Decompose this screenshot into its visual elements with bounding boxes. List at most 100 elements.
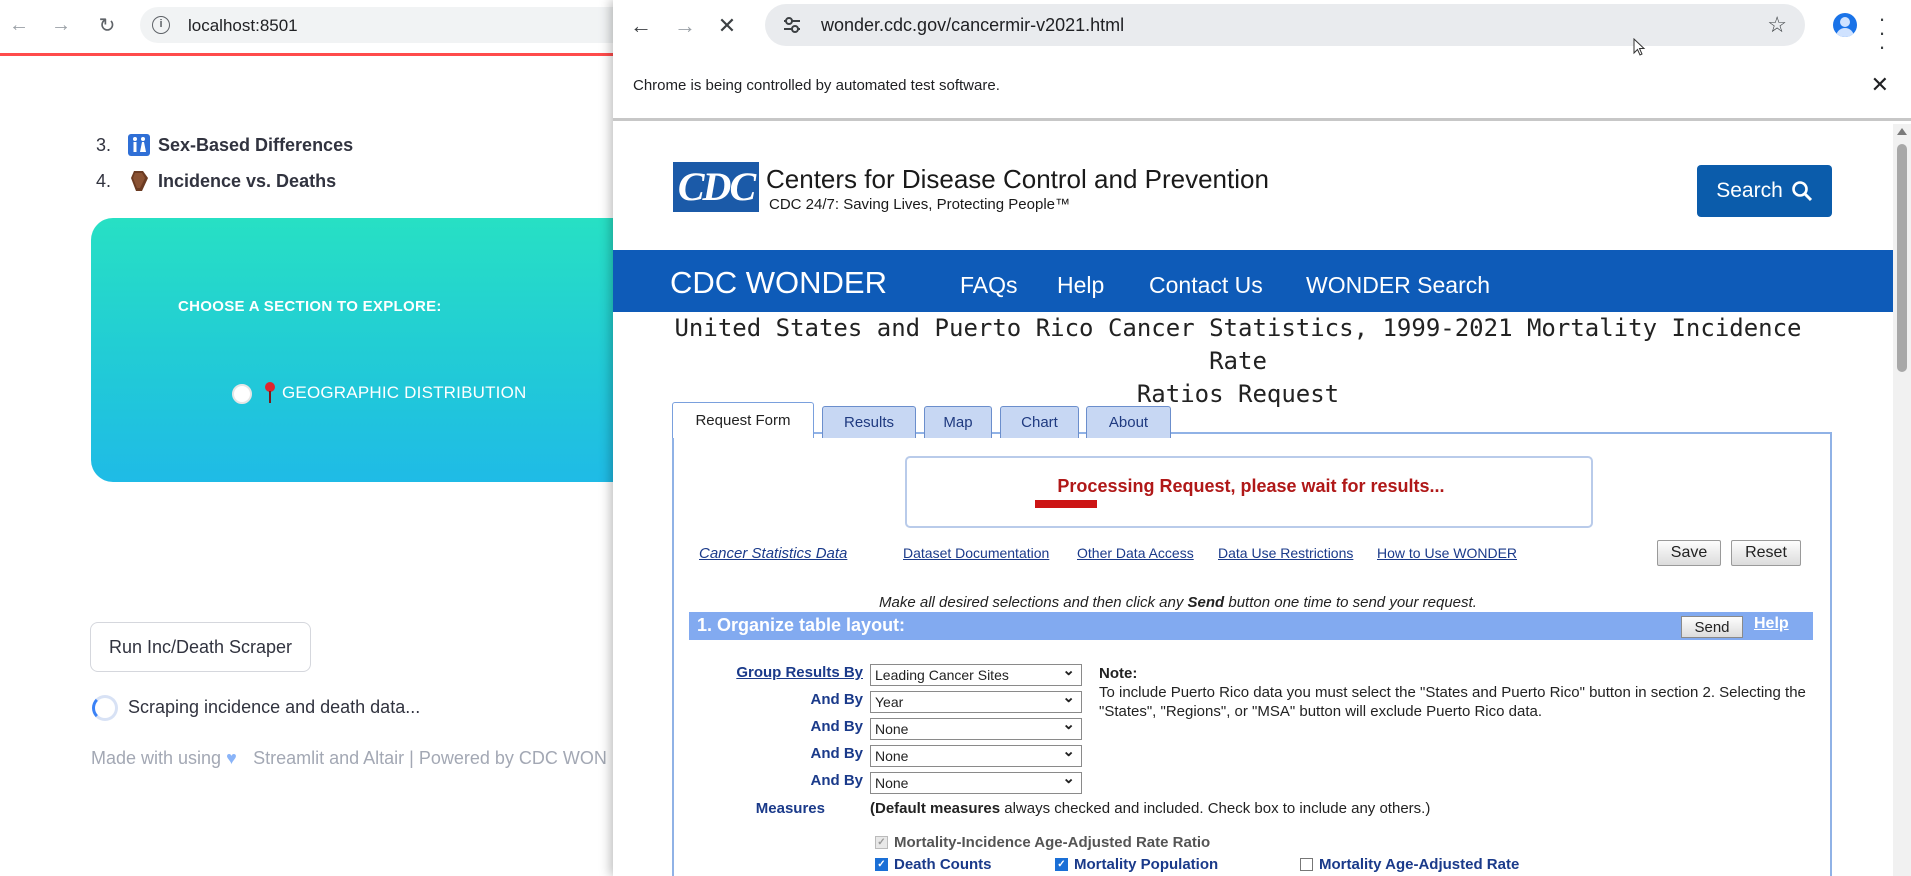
tab-map[interactable]: Map xyxy=(924,406,992,438)
radio-geographic[interactable] xyxy=(232,384,252,404)
footer: Made with using ♥ Streamlit and Altair |… xyxy=(91,748,607,769)
nav-link-contact[interactable]: Contact Us xyxy=(1149,272,1263,299)
link-data-use-restrictions[interactable]: Data Use Restrictions xyxy=(1218,545,1353,561)
instructions-post: button one time to send your request. xyxy=(1228,594,1477,611)
link-how-to-use-wonder[interactable]: How to Use WONDER xyxy=(1377,545,1517,561)
wonder-brand[interactable]: CDC WONDER xyxy=(670,265,887,301)
cdc-org-name: Centers for Disease Control and Preventi… xyxy=(766,164,1269,194)
list-number: 3. xyxy=(96,134,112,155)
nav-link-help[interactable]: Help xyxy=(1057,272,1104,299)
page-title-line1: United States and Puerto Rico Cancer Sta… xyxy=(674,314,1802,375)
page-title: United States and Puerto Rico Cancer Sta… xyxy=(653,312,1823,411)
scroll-thumb[interactable] xyxy=(1897,144,1907,372)
cdc-tagline: CDC 24/7: Saving Lives, Protecting Peopl… xyxy=(769,196,1070,213)
forward-icon[interactable]: → xyxy=(48,12,74,38)
left-url[interactable]: localhost:8501 xyxy=(188,16,298,36)
section1-help-link[interactable]: Help xyxy=(1754,615,1789,633)
footer-prefix: Made with using xyxy=(91,748,222,768)
back-icon[interactable]: ← xyxy=(6,12,32,38)
checkbox-disabled: ✓ xyxy=(875,836,888,849)
group-by-select-3[interactable]: None xyxy=(870,715,1082,740)
measure-death-counts[interactable]: ✓ Death Counts xyxy=(875,856,992,873)
note-body: To include Puerto Rico data you must sel… xyxy=(1099,684,1806,720)
measures-label: Measures xyxy=(755,800,825,817)
profile-avatar-icon[interactable] xyxy=(1833,13,1857,37)
list-number: 4. xyxy=(96,170,112,191)
measures-description: (Default measures always checked and inc… xyxy=(870,800,1430,817)
tab-request-form[interactable]: Request Form xyxy=(672,402,814,438)
cdc-wonder-page: CDC Centers for Disease Control and Prev… xyxy=(613,124,1893,876)
list-label: Incidence vs. Deaths xyxy=(158,170,337,191)
mouse-cursor-icon xyxy=(1633,38,1646,56)
group-by-select-2[interactable]: Year xyxy=(870,688,1082,713)
list-label: Sex-Based Differences xyxy=(158,134,354,155)
tab-results[interactable]: Results xyxy=(822,406,916,438)
section-list-item: 3. Sex-Based Differences xyxy=(96,134,353,156)
checkbox-checked[interactable]: ✓ xyxy=(875,858,888,871)
tab-about[interactable]: About xyxy=(1086,406,1171,438)
left-address-bar[interactable]: i localhost:8501 xyxy=(140,7,660,43)
instructions: Make all desired selections and then cli… xyxy=(879,594,1477,611)
group-results-by-label[interactable]: Group Results By xyxy=(713,664,863,681)
checkbox-unchecked[interactable] xyxy=(1300,858,1313,871)
measure-mortality-age-adjusted-rate[interactable]: Mortality Age-Adjusted Rate xyxy=(1300,856,1519,873)
section-chooser-card: CHOOSE A SECTION TO EXPLORE: GEOGRAPHIC … xyxy=(91,218,651,482)
infobar-text: Chrome is being controlled by automated … xyxy=(633,77,1000,94)
measure-mir-ratio: ✓ Mortality-Incidence Age-Adjusted Rate … xyxy=(875,834,1210,851)
close-icon[interactable]: ✕ xyxy=(1871,72,1889,98)
info-icon[interactable]: i xyxy=(152,16,170,34)
cdc-search-button[interactable]: Search xyxy=(1697,165,1832,217)
run-scraper-button[interactable]: Run Inc/Death Scraper xyxy=(90,622,311,672)
link-cancer-statistics-data[interactable]: Cancer Statistics Data xyxy=(699,545,847,562)
back-icon[interactable]: ← xyxy=(627,12,655,40)
measure-label: Mortality Age-Adjusted Rate xyxy=(1319,856,1520,873)
page-scrollbar[interactable] xyxy=(1893,124,1911,876)
and-by-label: And By xyxy=(810,772,864,789)
automation-infobar: Chrome is being controlled by automated … xyxy=(613,52,1911,121)
reset-button[interactable]: Reset xyxy=(1731,540,1801,566)
coffin-icon xyxy=(128,170,150,192)
link-dataset-documentation[interactable]: Dataset Documentation xyxy=(903,545,1049,561)
instructions-send: Send xyxy=(1187,594,1225,611)
scraping-status: Scraping incidence and death data... xyxy=(128,697,421,717)
stop-icon[interactable]: ✕ xyxy=(713,12,741,40)
link-other-data-access[interactable]: Other Data Access xyxy=(1077,545,1194,561)
section-list-item: 4. Incidence vs. Deaths xyxy=(96,170,336,192)
group-by-select-5[interactable]: None xyxy=(870,769,1082,794)
measure-label: Mortality Population xyxy=(1074,856,1219,873)
site-settings-icon[interactable] xyxy=(783,17,801,33)
group-by-select-4[interactable]: None xyxy=(870,742,1082,767)
tab-chart[interactable]: Chart xyxy=(1000,406,1079,438)
cdc-logo[interactable]: CDC xyxy=(673,162,759,212)
chrome-window: ← → ✕ wonder.cdc.gov/cancermir-v2021.htm… xyxy=(613,0,1911,876)
and-by-label: And By xyxy=(810,691,864,708)
instructions-pre: Make all desired selections and then cli… xyxy=(879,594,1184,611)
section1-header: 1. Organize table layout: Send Help xyxy=(689,612,1813,640)
footer-suffix: Streamlit and Altair | Powered by CDC WO… xyxy=(253,748,607,768)
section1-title: 1. Organize table layout: xyxy=(697,615,906,635)
loading-spinner-icon xyxy=(92,695,118,721)
puerto-rico-note: Note: To include Puerto Rico data you mu… xyxy=(1099,664,1819,721)
forward-icon[interactable]: → xyxy=(671,12,699,40)
checkbox-checked[interactable]: ✓ xyxy=(1055,858,1068,871)
search-label: Search xyxy=(1716,179,1783,202)
save-button[interactable]: Save xyxy=(1657,540,1721,566)
nav-link-wonder-search[interactable]: WONDER Search xyxy=(1306,272,1490,299)
scroll-up-icon[interactable] xyxy=(1897,128,1907,135)
right-address-bar[interactable]: wonder.cdc.gov/cancermir-v2021.html ☆ xyxy=(765,4,1805,46)
right-url[interactable]: wonder.cdc.gov/cancermir-v2021.html xyxy=(821,15,1124,36)
send-button[interactable]: Send xyxy=(1681,616,1743,638)
choose-section-label: CHOOSE A SECTION TO EXPLORE: xyxy=(178,298,442,315)
bookmark-star-icon[interactable]: ☆ xyxy=(1767,12,1787,38)
measure-mortality-population[interactable]: ✓ Mortality Population xyxy=(1055,856,1218,873)
processing-bar xyxy=(1035,500,1097,508)
processing-message: Processing Request, please wait for resu… xyxy=(1057,476,1445,496)
nav-link-faqs[interactable]: FAQs xyxy=(960,272,1018,299)
streamlit-running-indicator xyxy=(0,53,620,56)
measures-post: always checked and included. Check box t… xyxy=(1004,800,1431,817)
geographic-option-label[interactable]: GEOGRAPHIC DISTRIBUTION xyxy=(282,383,527,403)
reload-icon[interactable]: ↻ xyxy=(94,12,120,38)
heart-icon: ♥ xyxy=(226,748,237,768)
chrome-menu-icon[interactable]: · · · xyxy=(1877,8,1887,58)
group-by-select-1[interactable]: Leading Cancer Sites xyxy=(870,661,1082,686)
